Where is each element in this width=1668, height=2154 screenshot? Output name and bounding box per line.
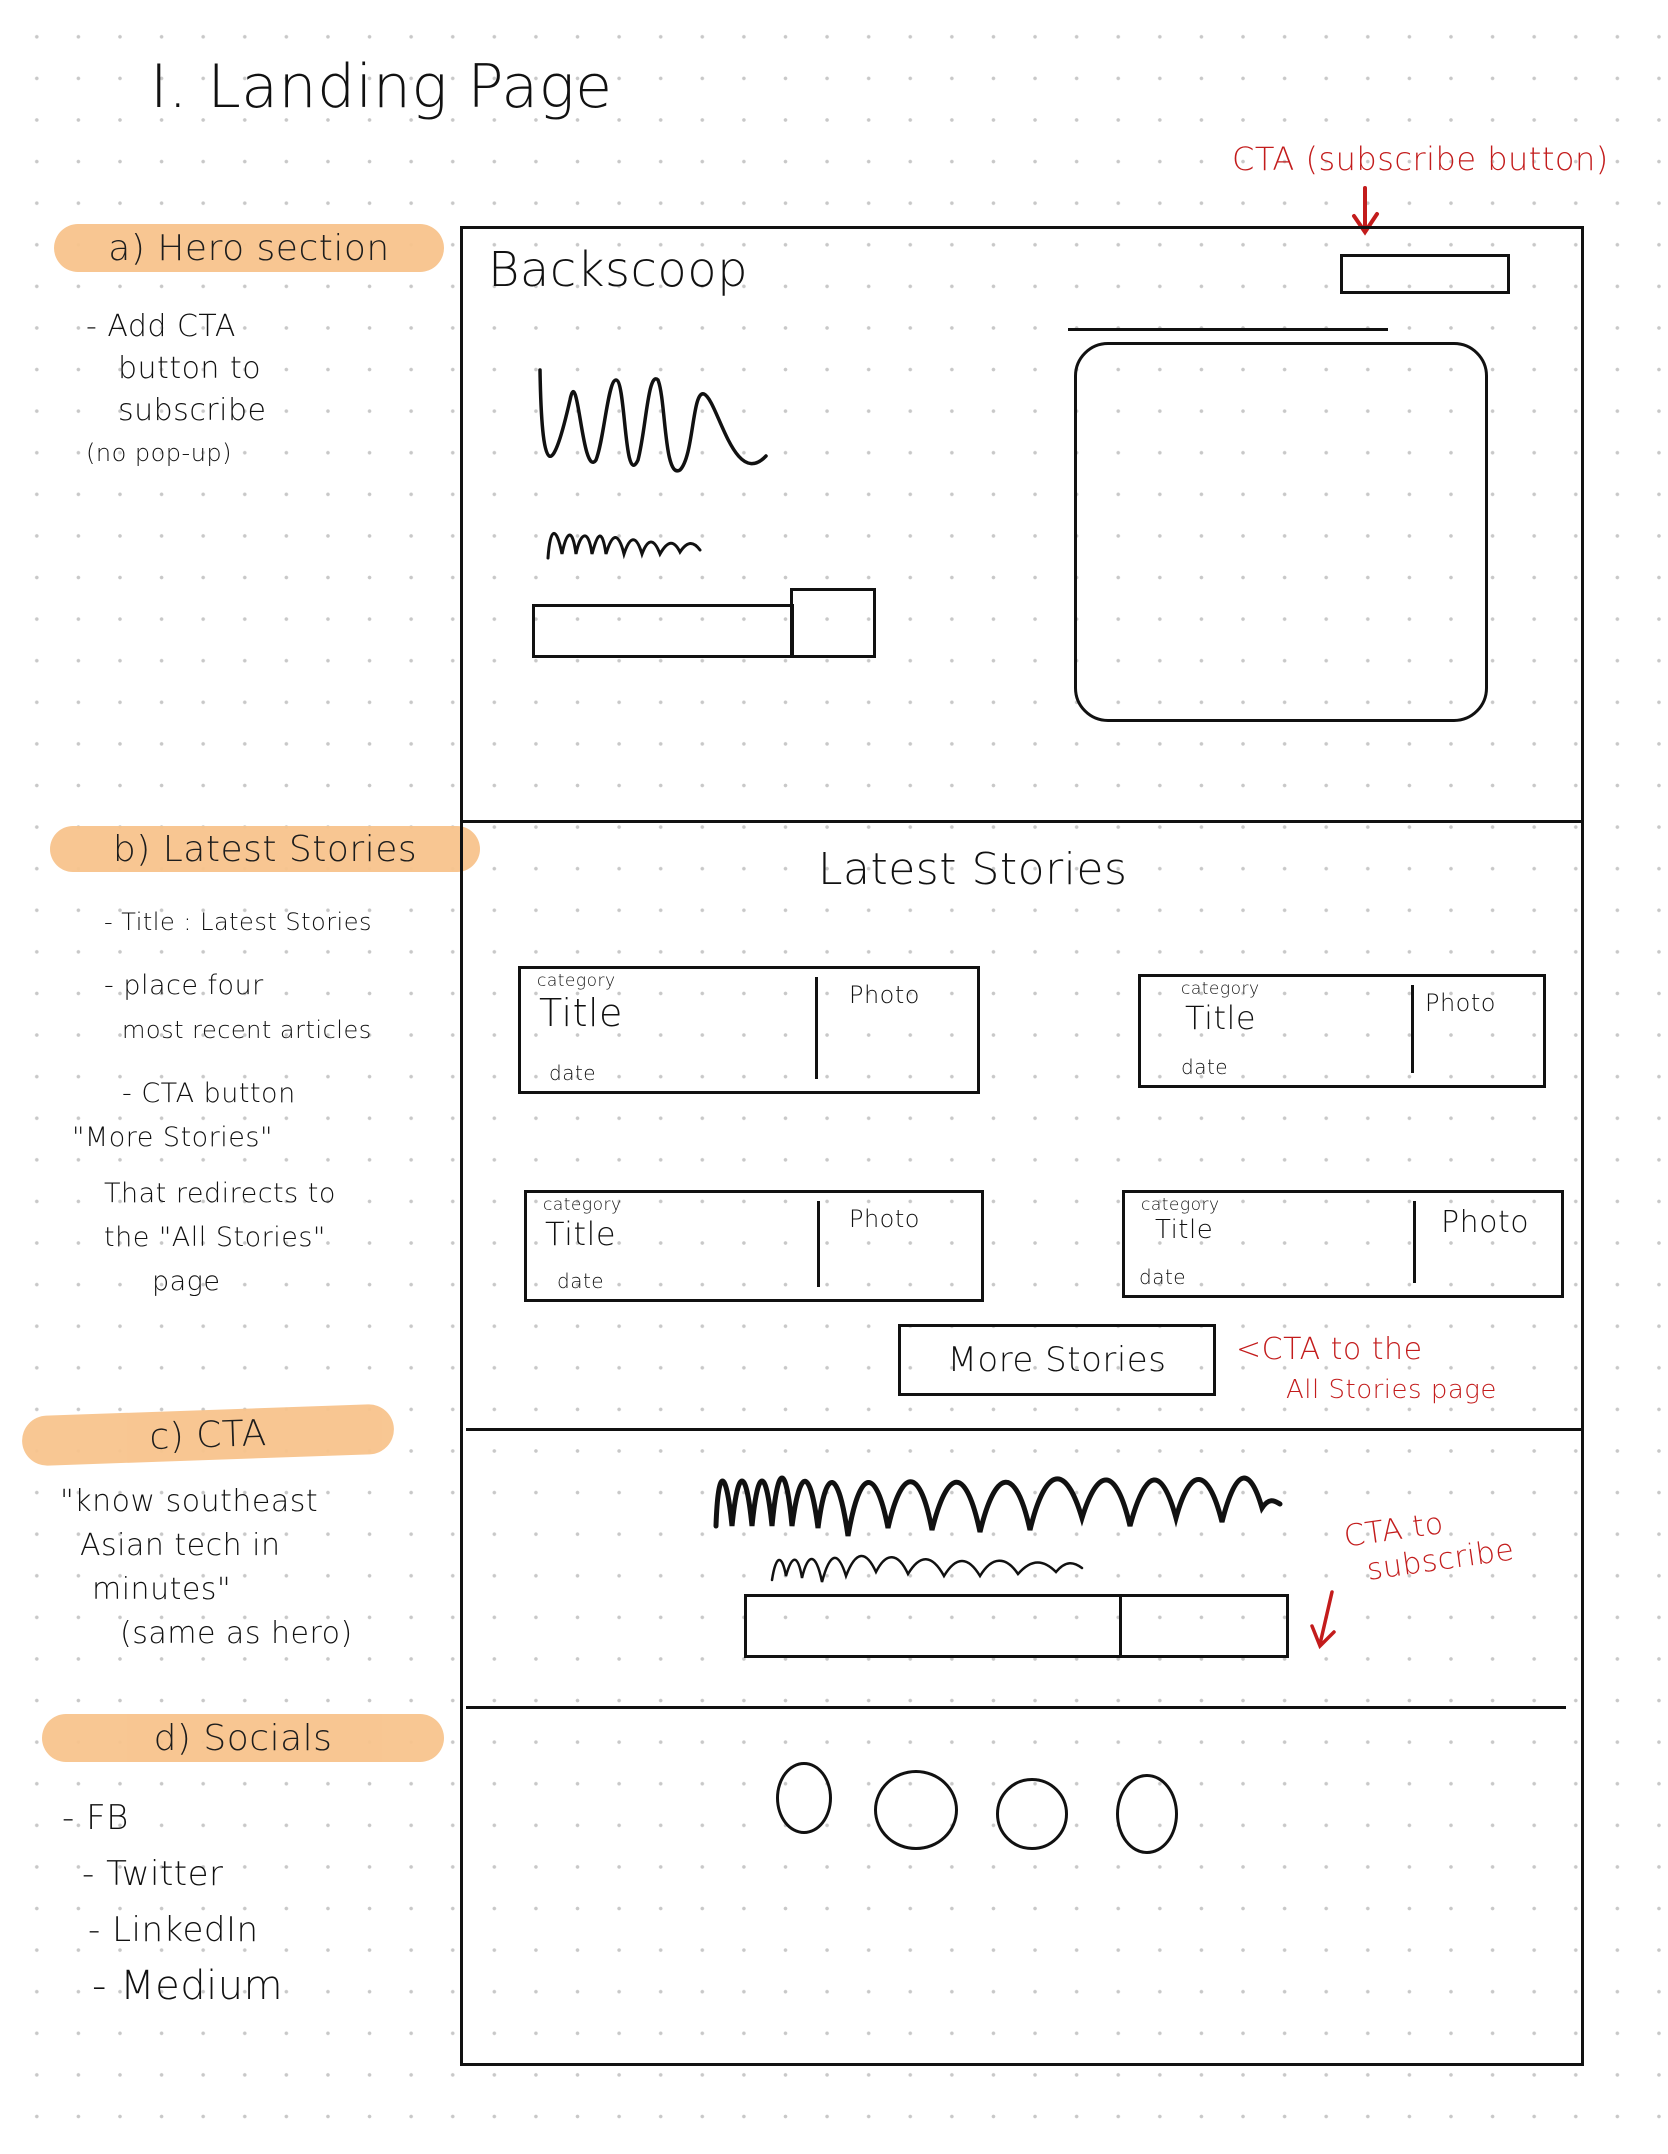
hero-subscribe-button[interactable] bbox=[790, 588, 876, 658]
card-divider bbox=[1411, 985, 1414, 1073]
note-line: "know southeast bbox=[60, 1484, 319, 1519]
story-date: date bbox=[549, 1061, 597, 1085]
note-line: - place four bbox=[104, 970, 264, 1001]
note-line: the "All Stories" bbox=[104, 1222, 326, 1253]
card-divider bbox=[815, 977, 818, 1079]
note-line: most recent articles bbox=[122, 1016, 372, 1044]
story-card[interactable]: category Title date Photo bbox=[1122, 1190, 1564, 1298]
story-category: category bbox=[1181, 979, 1260, 999]
story-category: category bbox=[543, 1195, 622, 1215]
note-line: (same as hero) bbox=[120, 1616, 353, 1651]
note-line: "More Stories" bbox=[72, 1122, 273, 1153]
arrow-down-left-icon bbox=[1310, 1590, 1336, 1650]
note-heading-latest: b) Latest Stories bbox=[50, 826, 480, 872]
twitter-icon[interactable] bbox=[874, 1770, 958, 1850]
medium-icon[interactable] bbox=[1116, 1774, 1178, 1854]
story-title: Title bbox=[545, 1215, 617, 1253]
note-line: - Twitter bbox=[82, 1854, 224, 1894]
logo[interactable]: Backscoop bbox=[488, 242, 748, 298]
hero-subtext-scribble bbox=[546, 531, 702, 560]
linkedin-icon[interactable] bbox=[996, 1778, 1068, 1850]
note-line: minutes" bbox=[92, 1572, 232, 1607]
story-title: Title bbox=[1185, 999, 1257, 1037]
note-heading-cta: c) CTA bbox=[21, 1403, 395, 1467]
story-date: date bbox=[557, 1269, 605, 1293]
story-date: date bbox=[1139, 1265, 1187, 1289]
story-card[interactable]: category Title date Photo bbox=[524, 1190, 984, 1302]
story-category: category bbox=[1141, 1195, 1220, 1215]
note-line: - Medium bbox=[92, 1963, 284, 2009]
note-line: page bbox=[152, 1266, 221, 1297]
story-date: date bbox=[1181, 1055, 1229, 1079]
story-title: Title bbox=[1155, 1215, 1214, 1245]
note-heading-hero: a) Hero section bbox=[54, 224, 444, 272]
card-divider bbox=[817, 1201, 820, 1287]
hero-headline-scribble bbox=[538, 368, 768, 473]
divider-latest bbox=[466, 1428, 1584, 1431]
story-card[interactable]: category Title date Photo bbox=[1138, 974, 1546, 1088]
story-photo: Photo bbox=[849, 981, 920, 1009]
note-line: Asian tech in bbox=[80, 1528, 281, 1563]
note-line: - CTA button bbox=[122, 1078, 296, 1109]
story-category: category bbox=[537, 971, 616, 991]
hero-image-top-line bbox=[1068, 328, 1388, 331]
note-line: - LinkedIn bbox=[88, 1910, 259, 1950]
subscribe-button[interactable] bbox=[1340, 254, 1510, 294]
cta-subscribe-button[interactable] bbox=[1119, 1594, 1289, 1658]
story-card[interactable]: category Title date Photo bbox=[518, 966, 980, 1094]
card-divider bbox=[1413, 1201, 1416, 1283]
divider-cta bbox=[466, 1706, 1566, 1709]
more-stories-button[interactable]: More Stories bbox=[898, 1324, 1216, 1396]
cta-email-input[interactable] bbox=[744, 1594, 1122, 1658]
note-latest: - Title : Latest Stories - place four mo… bbox=[72, 900, 372, 1304]
note-line: button to bbox=[118, 351, 262, 386]
note-cta: "know southeast Asian tech in minutes" (… bbox=[60, 1480, 353, 1656]
note-hero: - Add CTA button to subscribe (no pop-up… bbox=[86, 306, 266, 474]
note-line: subscribe bbox=[118, 393, 267, 428]
note-socials: - FB - Twitter - LinkedIn - Medium bbox=[62, 1790, 283, 2014]
cta-subtext-scribble bbox=[770, 1554, 1084, 1583]
story-photo: Photo bbox=[1441, 1205, 1530, 1240]
story-photo: Photo bbox=[1425, 989, 1496, 1017]
annotation-hero-cta: CTA (subscribe button) bbox=[1232, 140, 1609, 178]
note-heading-socials: d) Socials bbox=[42, 1714, 444, 1762]
story-title: Title bbox=[539, 991, 623, 1035]
note-line: - Title : Latest Stories bbox=[104, 908, 372, 936]
hero-image-placeholder bbox=[1074, 342, 1488, 722]
facebook-icon[interactable] bbox=[776, 1762, 832, 1834]
note-line: - Add CTA bbox=[86, 309, 236, 344]
note-line: That redirects to bbox=[104, 1178, 336, 1209]
hero-email-input[interactable] bbox=[532, 604, 794, 658]
note-line: - FB bbox=[62, 1798, 129, 1838]
divider-hero bbox=[460, 820, 1584, 823]
page-title: I. Landing Page bbox=[150, 52, 613, 122]
cta-headline-scribble bbox=[713, 1475, 1283, 1537]
latest-stories-title: Latest Stories bbox=[818, 844, 1128, 895]
annotation-more-stories: <CTA to the All Stories page bbox=[1236, 1332, 1497, 1405]
note-line: (no pop-up) bbox=[86, 439, 233, 467]
story-photo: Photo bbox=[849, 1205, 920, 1233]
